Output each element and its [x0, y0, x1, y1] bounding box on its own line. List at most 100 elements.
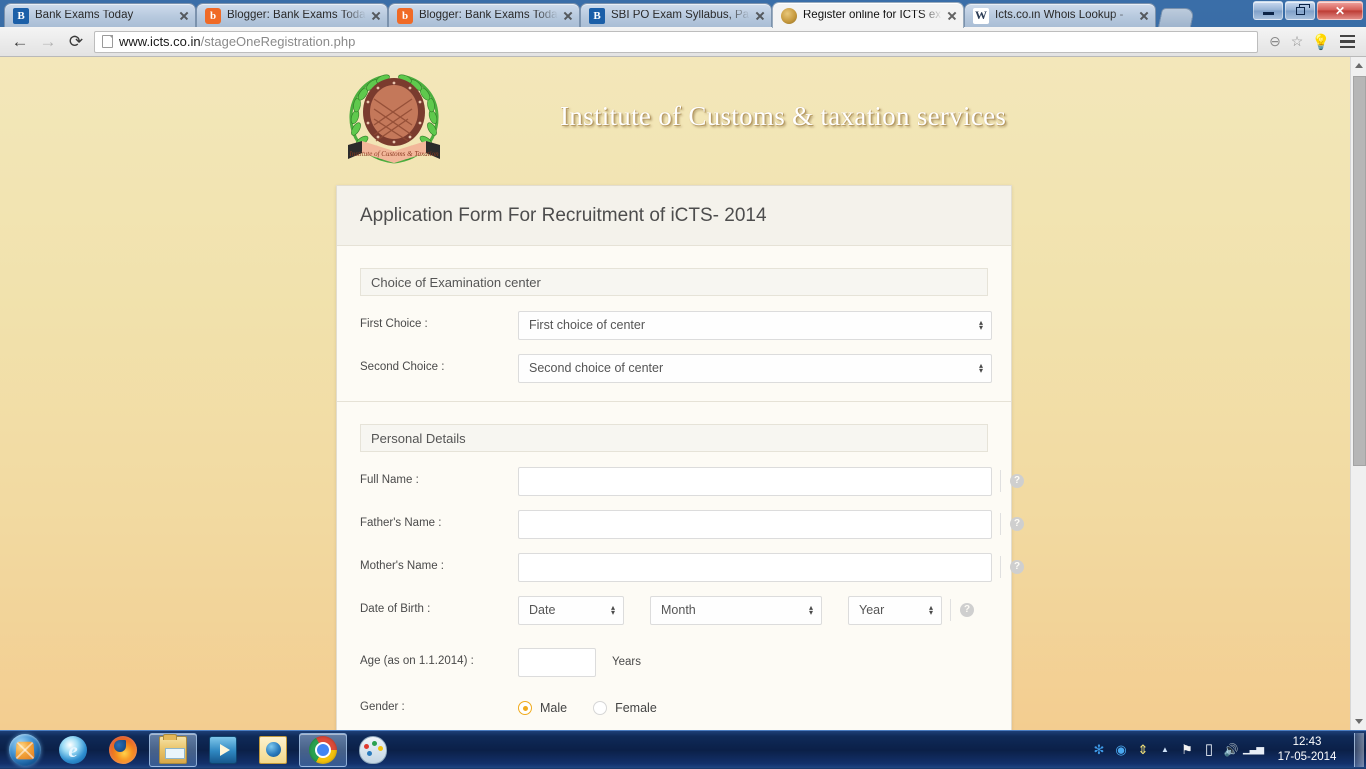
browser-tab-4[interactable]: B SBI PO Exam Syllabus, Pat	[580, 3, 772, 27]
tab-strip: B Bank Exams Today b Blogger: Bank Exams…	[0, 0, 1366, 28]
url-text: www.icts.co.in/stageOneRegistration.php	[119, 34, 355, 49]
chevron-updown-icon: ▴ ▾	[610, 603, 615, 617]
help-icon[interactable]: ?	[960, 603, 974, 617]
zoom-out-icon[interactable]: ⊖	[1264, 33, 1286, 50]
form-card-header: Application Form For Recruitment of iCTS…	[337, 186, 1011, 246]
label-second-choice: Second Choice :	[360, 361, 445, 374]
input-mothers-name[interactable]	[518, 552, 992, 582]
tab-close-icon[interactable]	[1137, 9, 1151, 23]
label-full-name: Full Name :	[360, 474, 419, 487]
select-dob-date[interactable]: Date ▴ ▾	[518, 595, 624, 625]
chevron-updown-icon: ▴ ▾	[978, 361, 983, 375]
select-dob-month[interactable]: Month ▴ ▾	[650, 595, 822, 625]
input-fathers-name[interactable]	[518, 509, 992, 539]
minimize-button[interactable]	[1253, 1, 1283, 20]
input-full-name[interactable]	[518, 466, 992, 496]
reload-button[interactable]: ⟳	[62, 29, 90, 55]
tab-close-icon[interactable]	[369, 9, 383, 23]
whois-icon: W	[973, 7, 989, 24]
bookmark-star-icon[interactable]: ☆	[1286, 33, 1308, 50]
form-row-gender: Gender : Male Female	[360, 693, 988, 723]
taskbar-item-internet-explorer[interactable]: e	[49, 733, 97, 767]
paint-icon	[359, 735, 387, 764]
clock[interactable]: 12:43 17-05-2014	[1264, 735, 1350, 765]
legend-exam-center: Choice of Examination center	[360, 268, 988, 296]
close-window-button[interactable]: ✕	[1317, 1, 1363, 20]
tab-close-icon[interactable]	[561, 9, 575, 23]
bluetooth-icon[interactable]: ✻	[1089, 738, 1109, 762]
volume-icon[interactable]: 🔊	[1221, 738, 1241, 762]
tab-title: Bank Exams Today	[35, 9, 134, 21]
show-desktop-button[interactable]	[1354, 732, 1364, 767]
action-center-flag-icon[interactable]: ⚑	[1177, 738, 1197, 762]
browser-tab-6[interactable]: W Icts.co.in Whois Lookup -	[964, 3, 1156, 27]
taskbar-item-microsoft-paint[interactable]	[349, 733, 397, 767]
scroll-down-arrow-icon[interactable]	[1351, 713, 1366, 730]
hamburger-icon	[1339, 34, 1355, 49]
taskbar-item-windows-explorer[interactable]	[149, 732, 197, 767]
page-document-icon	[102, 35, 113, 48]
chrome-menu-icon[interactable]	[1334, 29, 1360, 55]
radio-icon[interactable]	[593, 701, 608, 715]
divider	[1000, 513, 1001, 535]
legend-personal-details: Personal Details	[360, 424, 988, 452]
tab-close-icon[interactable]	[177, 9, 191, 23]
blogger-orange-icon: b	[397, 7, 413, 24]
radio-icon[interactable]	[518, 701, 532, 715]
select-second-choice[interactable]: Second choice of center ▴ ▾	[518, 353, 992, 383]
address-bar[interactable]: www.icts.co.in/stageOneRegistration.php	[94, 30, 1258, 53]
windows-logo-icon	[9, 733, 41, 766]
taskbar-item-mozilla-firefox[interactable]	[99, 733, 147, 767]
system-tray: ✻ ◉ ⇕ ▲ ⚑ ▯ 🔊 ▁▃▅ 12:43 17-05-2014	[1088, 731, 1366, 769]
tab-title: Icts.co.in Whois Lookup -	[995, 9, 1124, 21]
chrome-icon	[309, 735, 337, 764]
icts-seal-icon	[781, 7, 797, 24]
help-icon[interactable]: ?	[1010, 560, 1024, 574]
form-row-fathers-name: Father's Name : ?	[360, 509, 1024, 539]
page-viewport: Institute of Customs & Taxation Institut…	[0, 57, 1366, 730]
blogger-b-icon: B	[589, 7, 605, 24]
input-age[interactable]	[518, 647, 596, 677]
browser-tab-2[interactable]: b Blogger: Bank Exams Toda	[196, 3, 388, 27]
radio-group-gender: Male Female	[518, 701, 683, 715]
form-row-date-of-birth: Date of Birth : Date ▴ ▾ Month ▴ ▾ Year …	[360, 595, 988, 625]
radio-item-gender-male[interactable]: Male	[518, 701, 567, 715]
scroll-up-arrow-icon[interactable]	[1351, 57, 1366, 74]
browser-tab-1[interactable]: B Bank Exams Today	[4, 3, 196, 27]
taskbar-item-google-chrome[interactable]	[299, 732, 347, 767]
browser-tab-3[interactable]: b Blogger: Bank Exams Toda	[388, 3, 580, 27]
select-first-choice[interactable]: First choice of center ▴ ▾	[518, 310, 992, 340]
help-icon[interactable]: ?	[1010, 474, 1024, 488]
start-button[interactable]	[2, 732, 48, 768]
wireless-network-icon[interactable]: ◉	[1111, 738, 1131, 762]
browser-tab-5-active[interactable]: Register online for ICTS ex	[772, 2, 964, 28]
tab-title: SBI PO Exam Syllabus, Pat	[611, 9, 750, 21]
forward-button[interactable]: →	[34, 29, 62, 55]
application-form-card: Application Form For Recruitment of iCTS…	[336, 185, 1024, 730]
tab-close-icon[interactable]	[945, 9, 959, 23]
battery-icon[interactable]: ▯	[1199, 738, 1219, 762]
radio-label: Male	[540, 701, 568, 715]
show-hidden-icons-button[interactable]: ▲	[1155, 738, 1175, 762]
clock-date: 17-05-2014	[1277, 750, 1337, 763]
taskbar-item-microsoft-outlook[interactable]	[249, 733, 297, 767]
updown-arrows-icon[interactable]: ⇕	[1133, 738, 1153, 762]
radio-item-gender-female[interactable]: Female	[593, 701, 657, 715]
select-dob-year[interactable]: Year ▴ ▾	[848, 595, 942, 625]
label-fathers-name: Father's Name :	[360, 517, 442, 530]
vertical-scrollbar[interactable]	[1350, 57, 1366, 730]
lightbulb-extension-icon[interactable]: 💡	[1308, 29, 1334, 55]
new-tab-button[interactable]	[1157, 8, 1196, 27]
scrollbar-thumb[interactable]	[1353, 76, 1366, 466]
window-controls: ✕	[1253, 1, 1363, 20]
tab-close-icon[interactable]	[753, 9, 767, 23]
page-title: Institute of Customs & taxation services	[560, 101, 1007, 131]
label-date-of-birth: Date of Birth :	[360, 603, 431, 616]
select-dob-month-value: Month	[661, 603, 696, 617]
select-second-choice-value: Second choice of center	[529, 361, 664, 375]
help-icon[interactable]: ?	[1010, 517, 1024, 531]
signal-strength-icon[interactable]: ▁▃▅	[1243, 738, 1264, 762]
back-button[interactable]: ←	[6, 29, 34, 55]
taskbar-item-windows-media-player[interactable]	[199, 733, 247, 767]
restore-button[interactable]	[1285, 1, 1315, 20]
